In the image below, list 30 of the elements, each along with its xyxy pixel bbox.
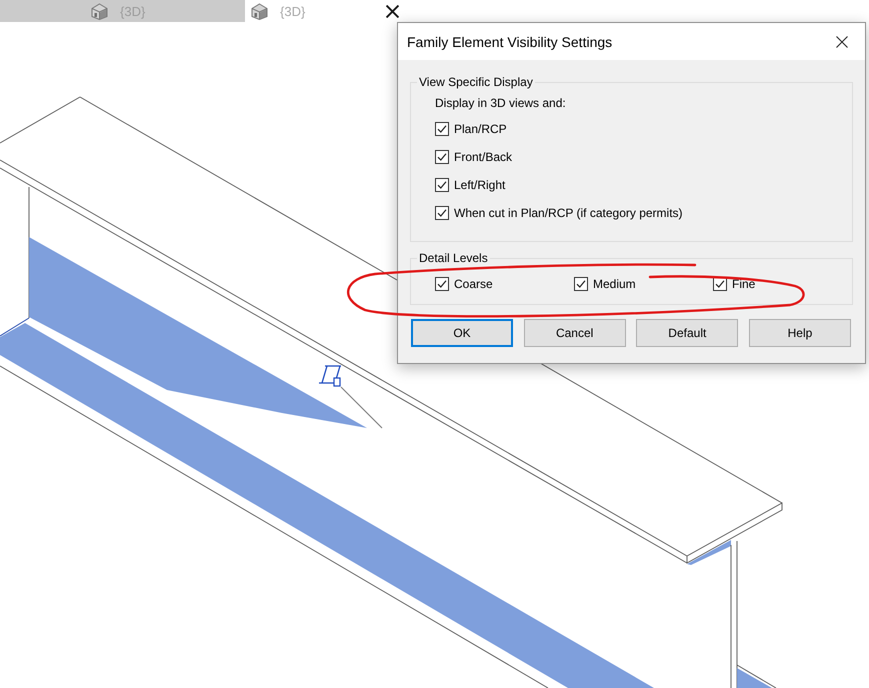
- checkbox[interactable]: [435, 206, 449, 220]
- flange-underside-shading: [687, 540, 731, 565]
- group-caption: Display in 3D views and:: [435, 95, 566, 111]
- dialog-title: Family Element Visibility Settings: [407, 34, 612, 50]
- dialog-button[interactable]: Cancel: [524, 319, 626, 347]
- work-plane-icon[interactable]: [318, 365, 342, 387]
- dialog-button[interactable]: Default: [636, 319, 738, 347]
- checkbox[interactable]: [713, 277, 727, 291]
- checkbox-label[interactable]: Fine: [732, 277, 756, 291]
- checkbox-label[interactable]: When cut in Plan/RCP (if category permits): [454, 206, 683, 220]
- checkbox[interactable]: [435, 277, 449, 291]
- close-icon[interactable]: [386, 4, 399, 18]
- group-title: View Specific Display: [418, 75, 534, 89]
- checkbox-label[interactable]: Medium: [593, 277, 636, 291]
- checkbox-label[interactable]: Front/Back: [454, 150, 512, 164]
- dialog-button[interactable]: OK: [411, 319, 513, 347]
- leader-line: [340, 386, 382, 428]
- close-icon[interactable]: [836, 36, 848, 48]
- house-icon: [251, 2, 268, 20]
- checkbox[interactable]: [435, 150, 449, 164]
- checkbox[interactable]: [435, 122, 449, 136]
- checkbox-label[interactable]: Left/Right: [454, 178, 506, 192]
- checkbox-label[interactable]: Plan/RCP: [454, 122, 507, 136]
- checkbox[interactable]: [574, 277, 588, 291]
- house-icon: [91, 2, 108, 20]
- checkbox[interactable]: [435, 178, 449, 192]
- group-title: Detail Levels: [418, 251, 489, 265]
- dialog-button[interactable]: Help: [748, 319, 851, 347]
- bottom-flange-corner: [736, 664, 776, 688]
- checkbox-label[interactable]: Coarse: [454, 277, 493, 291]
